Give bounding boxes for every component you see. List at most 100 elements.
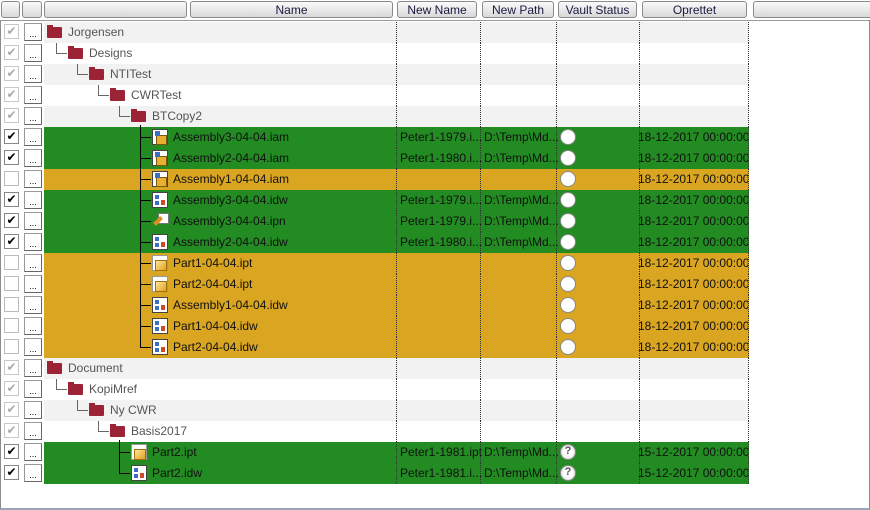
tree-row[interactable]: ✔... Assembly3-04-04.iam Peter1-1979.i... D… bbox=[0, 125, 870, 148]
tree-row[interactable]: ✔... BTCopy2 bbox=[0, 106, 870, 127]
browse-button[interactable]: ... bbox=[24, 464, 42, 482]
item-name[interactable]: Document bbox=[68, 358, 123, 379]
tree-row[interactable]: ... Assembly1-04-04.iam 18-12-2017 00:00:0… bbox=[0, 169, 870, 190]
item-name[interactable]: Assembly2-04-04.iam bbox=[173, 148, 289, 169]
row-checkbox[interactable]: ✔ bbox=[4, 423, 19, 438]
item-name[interactable]: Assembly1-04-04.idw bbox=[173, 295, 288, 316]
header-select[interactable] bbox=[1, 1, 20, 18]
row-checkbox[interactable]: ✔ bbox=[4, 150, 19, 165]
tree-row[interactable]: ✔... CWRTest bbox=[0, 85, 870, 106]
column-divider bbox=[396, 400, 397, 421]
row-checkbox[interactable] bbox=[4, 171, 19, 186]
item-name[interactable]: Assembly3-04-04.idw bbox=[173, 190, 288, 211]
tree-row[interactable]: ... Part1-04-04.ipt 18-12-2017 00:00:00 bbox=[0, 253, 870, 274]
item-name[interactable]: Part1-04-04.idw bbox=[173, 316, 258, 337]
browse-button[interactable]: ... bbox=[24, 401, 42, 419]
row-checkbox[interactable]: ✔ bbox=[4, 24, 19, 39]
row-checkbox[interactable]: ✔ bbox=[4, 234, 19, 249]
item-name[interactable]: BTCopy2 bbox=[152, 106, 202, 127]
item-name[interactable]: KopiMref bbox=[89, 379, 137, 400]
browse-button[interactable]: ... bbox=[24, 296, 42, 314]
column-divider bbox=[748, 127, 749, 148]
tree-row[interactable]: ✔... Jorgensen bbox=[0, 22, 870, 43]
header-tree[interactable] bbox=[44, 1, 187, 18]
tree-row[interactable]: ✔... Assembly2-04-04.iam Peter1-1980.i... D… bbox=[0, 148, 870, 169]
tree-row[interactable]: ✔... Document bbox=[0, 358, 870, 379]
tree-row[interactable]: ✔... NTITest bbox=[0, 64, 870, 85]
item-name[interactable]: Ny CWR bbox=[110, 400, 157, 421]
browse-button[interactable]: ... bbox=[24, 233, 42, 251]
row-checkbox[interactable]: ✔ bbox=[4, 66, 19, 81]
header-new-name[interactable]: New Name bbox=[397, 1, 477, 18]
row-checkbox[interactable]: ✔ bbox=[4, 213, 19, 228]
item-name[interactable]: Part1-04-04.ipt bbox=[173, 253, 252, 274]
browse-button[interactable]: ... bbox=[24, 443, 42, 461]
iam-file-icon bbox=[152, 129, 168, 145]
browse-button[interactable]: ... bbox=[24, 422, 42, 440]
tree-row[interactable]: ... Part1-04-04.idw 18-12-2017 00:00:00 bbox=[0, 316, 870, 337]
browse-button[interactable]: ... bbox=[24, 191, 42, 209]
browse-button[interactable]: ... bbox=[24, 275, 42, 293]
browse-button[interactable]: ... bbox=[24, 44, 42, 62]
row-checkbox[interactable]: ✔ bbox=[4, 381, 19, 396]
header-filler[interactable] bbox=[753, 1, 870, 18]
row-checkbox[interactable]: ✔ bbox=[4, 444, 19, 459]
item-name[interactable]: Assembly3-04-04.iam bbox=[173, 127, 289, 148]
header-name[interactable]: Name bbox=[190, 1, 393, 18]
browse-button[interactable]: ... bbox=[24, 107, 42, 125]
item-name[interactable]: NTITest bbox=[110, 64, 151, 85]
row-checkbox[interactable] bbox=[4, 297, 19, 312]
browse-button[interactable]: ... bbox=[24, 170, 42, 188]
item-name[interactable]: Jorgensen bbox=[68, 22, 124, 43]
browse-button[interactable]: ... bbox=[24, 254, 42, 272]
browse-button[interactable]: ... bbox=[24, 86, 42, 104]
tree-row[interactable]: ✔... Designs bbox=[0, 43, 870, 64]
item-name[interactable]: Part2-04-04.ipt bbox=[173, 274, 252, 295]
row-checkbox[interactable]: ✔ bbox=[4, 87, 19, 102]
browse-button[interactable]: ... bbox=[24, 380, 42, 398]
header-edit[interactable] bbox=[22, 1, 42, 18]
item-name[interactable]: Assembly1-04-04.iam bbox=[173, 169, 289, 190]
row-checkbox[interactable]: ✔ bbox=[4, 192, 19, 207]
browse-button[interactable]: ... bbox=[24, 338, 42, 356]
tree-row[interactable]: ... Assembly1-04-04.idw 18-12-2017 00:00:0… bbox=[0, 295, 870, 316]
header-new-path[interactable]: New Path bbox=[482, 1, 554, 18]
item-name[interactable]: Assembly2-04-04.idw bbox=[173, 232, 288, 253]
row-checkbox[interactable] bbox=[4, 318, 19, 333]
tree-row[interactable]: ... Part2-04-04.idw 18-12-2017 00:00:00 bbox=[0, 337, 870, 358]
tree-row[interactable]: ✔... Assembly3-04-04.idw Peter1-1979.i... D… bbox=[0, 190, 870, 211]
item-name[interactable]: Part2-04-04.idw bbox=[173, 337, 258, 358]
item-name[interactable]: Basis2017 bbox=[131, 421, 187, 442]
header-oprettet[interactable]: Oprettet bbox=[642, 1, 747, 18]
row-checkbox[interactable] bbox=[4, 339, 19, 354]
browse-button[interactable]: ... bbox=[24, 359, 42, 377]
tree-row[interactable]: ✔... Assembly2-04-04.idw Peter1-1980.i... D… bbox=[0, 232, 870, 253]
browse-button[interactable]: ... bbox=[24, 212, 42, 230]
row-checkbox[interactable]: ✔ bbox=[4, 465, 19, 480]
tree-row[interactable]: ✔... Basis2017 bbox=[0, 421, 870, 442]
item-name[interactable]: Part2.ipt bbox=[152, 442, 197, 463]
row-checkbox[interactable] bbox=[4, 255, 19, 270]
tree-row[interactable]: ✔... KopiMref bbox=[0, 379, 870, 400]
row-checkbox[interactable]: ✔ bbox=[4, 129, 19, 144]
item-name[interactable]: CWRTest bbox=[131, 85, 181, 106]
row-checkbox[interactable] bbox=[4, 276, 19, 291]
tree-row[interactable]: ✔... Assembly3-04-04.ipn Peter1-1979.i... D… bbox=[0, 211, 870, 232]
header-vault-status[interactable]: Vault Status bbox=[558, 1, 637, 18]
item-name[interactable]: Designs bbox=[89, 43, 132, 64]
row-checkbox[interactable]: ✔ bbox=[4, 402, 19, 417]
browse-button[interactable]: ... bbox=[24, 65, 42, 83]
browse-button[interactable]: ... bbox=[24, 317, 42, 335]
browse-button[interactable]: ... bbox=[24, 23, 42, 41]
tree-row[interactable]: ✔... Ny CWR bbox=[0, 400, 870, 421]
tree-row[interactable]: ✔... Part2.ipt Peter1-1981.ipt D:\Temp\Md..… bbox=[0, 440, 870, 463]
item-name[interactable]: Assembly3-04-04.ipn bbox=[173, 211, 286, 232]
tree-row[interactable]: ✔... Part2.idw Peter1-1981.i... D:\Temp\Md.… bbox=[0, 463, 870, 484]
row-checkbox[interactable]: ✔ bbox=[4, 45, 19, 60]
row-checkbox[interactable]: ✔ bbox=[4, 108, 19, 123]
browse-button[interactable]: ... bbox=[24, 149, 42, 167]
tree-row[interactable]: ... Part2-04-04.ipt 18-12-2017 00:00:00 bbox=[0, 274, 870, 295]
item-name[interactable]: Part2.idw bbox=[152, 463, 202, 484]
row-checkbox[interactable]: ✔ bbox=[4, 360, 19, 375]
browse-button[interactable]: ... bbox=[24, 128, 42, 146]
